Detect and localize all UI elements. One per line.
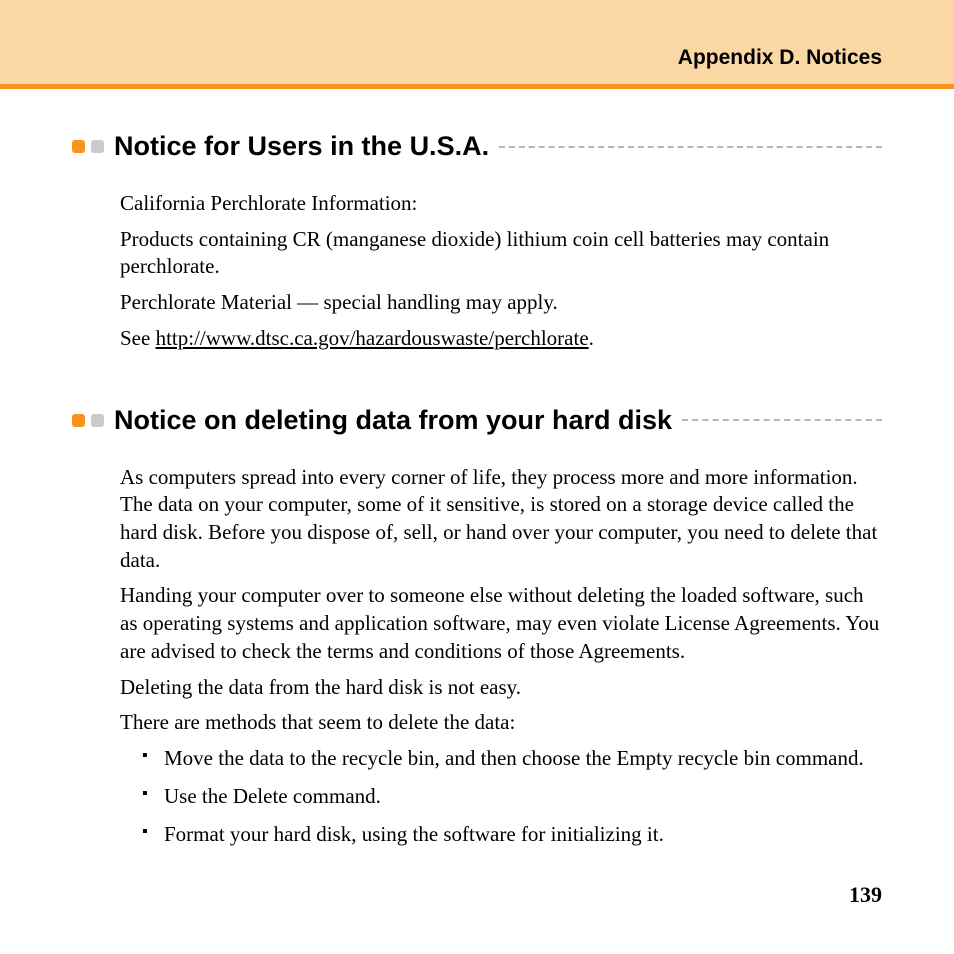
heading-title-deleting: Notice on deleting data from your hard d… <box>114 405 672 436</box>
list-item: Use the Delete command. <box>142 783 882 811</box>
paragraph: Deleting the data from the hard disk is … <box>120 674 882 702</box>
paragraph: As computers spread into every corner of… <box>120 464 882 575</box>
heading-bullet-icon <box>72 414 104 427</box>
list-item: Move the data to the recycle bin, and th… <box>142 745 882 773</box>
section-body-deleting: As computers spread into every corner of… <box>120 464 882 849</box>
heading-dash-fill-icon <box>682 419 882 421</box>
page-content: Notice for Users in the U.S.A. Californi… <box>0 89 954 848</box>
paragraph: Perchlorate Material — special handling … <box>120 289 882 317</box>
square-grey-icon <box>91 140 104 153</box>
square-orange-icon <box>72 140 85 153</box>
text-prefix: See <box>120 326 156 350</box>
paragraph: See http://www.dtsc.ca.gov/hazardouswast… <box>120 325 882 353</box>
page-header-band: Appendix D. Notices <box>0 0 954 89</box>
paragraph: Products containing CR (manganese dioxid… <box>120 226 882 281</box>
text-suffix: . <box>589 326 594 350</box>
section-body-usa: California Perchlorate Information: Prod… <box>120 190 882 353</box>
section-heading-usa: Notice for Users in the U.S.A. <box>72 131 882 162</box>
paragraph: California Perchlorate Information: <box>120 190 882 218</box>
section-heading-deleting: Notice on deleting data from your hard d… <box>72 405 882 436</box>
paragraph: There are methods that seem to delete th… <box>120 709 882 737</box>
heading-dash-fill-icon <box>499 146 882 148</box>
page-number: 139 <box>0 858 954 908</box>
square-orange-icon <box>72 414 85 427</box>
heading-bullet-icon <box>72 140 104 153</box>
perchlorate-link[interactable]: http://www.dtsc.ca.gov/hazardouswaste/pe… <box>156 326 589 350</box>
square-grey-icon <box>91 414 104 427</box>
paragraph: Handing your computer over to someone el… <box>120 582 882 665</box>
appendix-title: Appendix D. Notices <box>72 46 882 70</box>
methods-list: Move the data to the recycle bin, and th… <box>142 745 882 848</box>
list-item: Format your hard disk, using the softwar… <box>142 821 882 849</box>
heading-title-usa: Notice for Users in the U.S.A. <box>114 131 489 162</box>
